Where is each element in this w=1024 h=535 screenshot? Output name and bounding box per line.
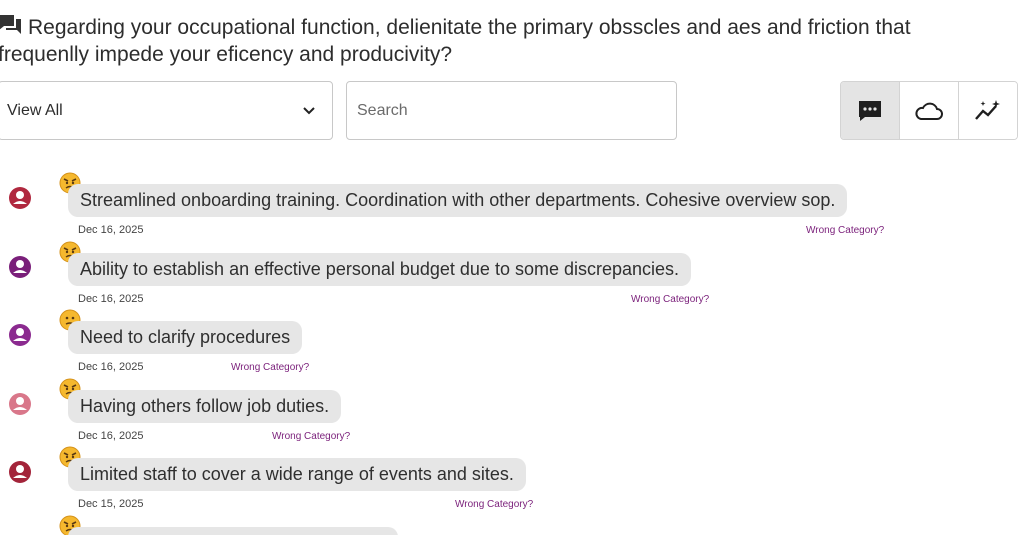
- response-bubble: Streamlined onboarding training. Coordin…: [68, 184, 848, 217]
- trend-sparkle-icon: [975, 99, 1000, 120]
- comments-icon: [0, 15, 21, 34]
- user-avatar-icon: [9, 255, 31, 278]
- toolbar: View All: [0, 81, 1024, 141]
- response-row: Limited staff to cover a wide range of e…: [0, 446, 1024, 514]
- response-date: Dec 16, 2025: [78, 224, 144, 236]
- user-avatar-icon: [9, 392, 31, 415]
- response-row: Ability to establish an effective person…: [0, 241, 1024, 309]
- response-bubble: Limited staff to cover a wide range of e…: [68, 458, 526, 491]
- user-avatar-icon: [9, 187, 31, 209]
- response-bubble: Having others follow job duties.: [68, 389, 342, 423]
- wrong-category-link[interactable]: Wrong Category?: [455, 499, 533, 510]
- response-row: Need to clarify procedures Dec 16, 2025 Wr…: [0, 309, 1024, 377]
- response-bubble: [68, 526, 398, 535]
- comments-icon: [859, 100, 881, 121]
- response-row: Streamlined onboarding training. Coordin…: [0, 172, 1024, 240]
- response-bubble: Ability to establish an effective person…: [68, 252, 692, 286]
- view-mode-toggle: [840, 81, 1018, 140]
- category-filter-select[interactable]: View All: [0, 81, 333, 140]
- question-heading: Regarding your occupational function, de…: [0, 14, 998, 68]
- search-input[interactable]: [346, 81, 677, 140]
- response-date: Dec 16, 2025: [78, 361, 144, 373]
- question-text: Regarding your occupational function, de…: [0, 16, 911, 66]
- response-date: Dec 16, 2025: [78, 292, 144, 305]
- wrong-category-link[interactable]: Wrong Category?: [231, 362, 309, 373]
- response-row: Having others follow job duties. Dec 16, …: [0, 378, 1024, 446]
- insights-view-button[interactable]: [958, 82, 1017, 139]
- user-avatar-icon: [9, 324, 31, 346]
- response-bubble: Need to clarify procedures: [68, 321, 303, 354]
- cloud-icon: [915, 102, 943, 120]
- wrong-category-link[interactable]: Wrong Category?: [806, 225, 884, 236]
- wrong-category-link[interactable]: Wrong Category?: [631, 294, 709, 305]
- response-date: Dec 16, 2025: [78, 429, 144, 442]
- user-avatar-icon: [9, 461, 31, 483]
- chevron-down-icon: [303, 107, 315, 115]
- comments-view-button[interactable]: [841, 82, 899, 139]
- category-filter-value: View All: [7, 102, 63, 119]
- response-date: Dec 15, 2025: [78, 498, 144, 510]
- word-cloud-view-button[interactable]: [899, 82, 958, 139]
- wrong-category-link[interactable]: Wrong Category?: [272, 431, 350, 442]
